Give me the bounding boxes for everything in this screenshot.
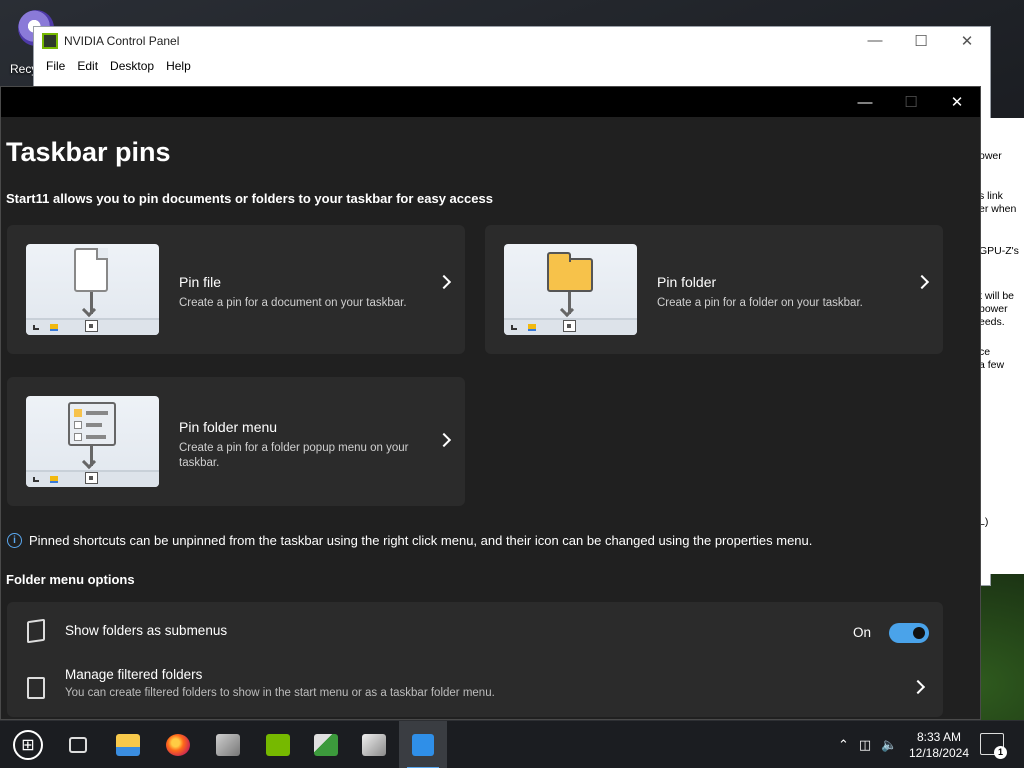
card-title: Pin folder bbox=[657, 274, 717, 290]
show-submenus-row[interactable]: Show folders as submenus On bbox=[7, 602, 943, 659]
windows-logo-icon: ⊞ bbox=[13, 730, 43, 760]
option-title: Manage filtered folders bbox=[65, 667, 203, 682]
file-explorer-icon bbox=[116, 734, 140, 756]
start11-settings-window[interactable]: — ☐ ✕ Taskbar pins Start11 allows you to… bbox=[0, 86, 981, 720]
card-description: Create a pin for a document on your task… bbox=[179, 297, 407, 309]
nvidia-window-title: NVIDIA Control Panel bbox=[64, 34, 180, 48]
menu-edit[interactable]: Edit bbox=[71, 59, 104, 73]
start11-icon bbox=[412, 734, 434, 756]
pin-folder-menu-card[interactable]: Pin folder menu Create a pin for a folde… bbox=[7, 377, 465, 506]
info-icon: i bbox=[7, 533, 22, 548]
task-view-icon bbox=[69, 737, 87, 753]
pin-folder-card[interactable]: Pin folder Create a pin for a folder on … bbox=[485, 225, 943, 354]
nvidia-side-text: L) bbox=[981, 516, 989, 528]
menu-file[interactable]: File bbox=[40, 59, 71, 73]
card-title: Pin file bbox=[179, 274, 222, 290]
nvidia-side-text: s link bbox=[981, 190, 1003, 202]
chevron-right-icon bbox=[910, 679, 926, 695]
nvidia-side-text: power bbox=[981, 303, 1008, 315]
nvidia-side-text: t will be bbox=[981, 290, 1015, 302]
document-pin-illustration-icon bbox=[26, 244, 159, 335]
firefox-button[interactable] bbox=[154, 721, 202, 768]
nvidia-icon bbox=[266, 734, 290, 756]
chevron-right-icon bbox=[914, 274, 930, 290]
page-title: Taskbar pins bbox=[6, 137, 171, 167]
nvidia-side-text: er when bbox=[981, 203, 1017, 215]
menu-desktop[interactable]: Desktop bbox=[104, 59, 160, 73]
system-tray: ⌃ ◫ 🔈 bbox=[838, 721, 897, 768]
info-message: i Pinned shortcuts can be unpinned from … bbox=[7, 533, 812, 548]
nvidia-side-text: eeds. bbox=[981, 316, 1005, 328]
chevron-right-icon bbox=[436, 274, 452, 290]
nvidia-side-text: a few bbox=[981, 359, 1005, 371]
chevron-up-icon[interactable]: ⌃ bbox=[838, 737, 849, 753]
folder-pin-illustration-icon bbox=[504, 244, 637, 335]
close-icon[interactable]: ✕ bbox=[934, 87, 980, 117]
firefox-icon bbox=[166, 734, 190, 756]
nvidia-side-text: ower bbox=[981, 150, 1002, 162]
nvidia-menubar: File Edit Desktop Help bbox=[34, 55, 990, 77]
start-button[interactable]: ⊞ bbox=[4, 721, 52, 768]
nvidia-logo-icon bbox=[42, 33, 58, 49]
start11-button[interactable] bbox=[399, 721, 447, 768]
page-subtitle: Start11 allows you to pin documents or f… bbox=[6, 191, 493, 206]
menu-help[interactable]: Help bbox=[160, 59, 197, 73]
volume-muted-icon[interactable]: 🔈 bbox=[881, 737, 897, 753]
nvidia-control-panel-button[interactable] bbox=[254, 721, 302, 768]
clock-date: 12/18/2024 bbox=[908, 746, 970, 760]
nvidia-side-text: GPU-Z's bbox=[981, 245, 1019, 257]
start11-titlebar[interactable]: — ☐ ✕ bbox=[1, 87, 980, 117]
app-button[interactable] bbox=[350, 721, 398, 768]
app-button[interactable] bbox=[204, 721, 252, 768]
gpu-z-button[interactable] bbox=[302, 721, 350, 768]
notification-count-badge: 1 bbox=[994, 746, 1007, 759]
app-icon bbox=[216, 734, 240, 756]
info-text: Pinned shortcuts can be unpinned from th… bbox=[29, 533, 813, 548]
card-title: Pin folder menu bbox=[179, 419, 278, 435]
notification-center-icon[interactable]: 1 bbox=[980, 733, 1007, 759]
nvidia-content-peek: ower s link er when GPU-Z's t will be po… bbox=[981, 118, 1024, 574]
pin-file-card[interactable]: Pin file Create a pin for a document on … bbox=[7, 225, 465, 354]
nvidia-titlebar[interactable]: NVIDIA Control Panel — ☐ ✕ bbox=[34, 27, 990, 55]
app-icon bbox=[362, 734, 386, 756]
option-description: You can create filtered folders to show … bbox=[65, 687, 495, 699]
show-submenus-toggle[interactable] bbox=[889, 623, 929, 643]
section-title: Folder menu options bbox=[6, 572, 135, 587]
clock[interactable]: 8:33 AM 12/18/2024 bbox=[900, 729, 978, 761]
option-title: Show folders as submenus bbox=[65, 623, 228, 638]
network-icon[interactable]: ◫ bbox=[859, 737, 871, 753]
gpu-card-icon bbox=[314, 734, 338, 756]
toggle-state-label: On bbox=[852, 625, 871, 640]
minimize-icon[interactable]: — bbox=[852, 32, 898, 50]
submenu-icon bbox=[27, 618, 45, 644]
folder-menu-pin-illustration-icon bbox=[26, 396, 159, 487]
maximize-icon: ☐ bbox=[904, 94, 918, 111]
file-explorer-button[interactable] bbox=[104, 721, 152, 768]
clock-time: 8:33 AM bbox=[916, 730, 962, 744]
taskbar: ⊞ ⌃ ◫ 🔈 8:33 AM 12/18/2024 1 bbox=[0, 720, 1024, 768]
card-description: Create a pin for a folder popup menu on … bbox=[179, 442, 409, 469]
filter-folder-icon bbox=[27, 677, 45, 699]
close-icon[interactable]: ✕ bbox=[944, 32, 990, 50]
folder-menu-options-panel: Show folders as submenus On Manage filte… bbox=[7, 602, 943, 717]
card-description: Create a pin for a folder on your taskba… bbox=[657, 297, 863, 309]
nvidia-side-text: ce bbox=[981, 346, 991, 358]
chevron-right-icon bbox=[436, 432, 452, 448]
task-view-button[interactable] bbox=[54, 721, 102, 768]
minimize-icon[interactable]: — bbox=[842, 87, 888, 117]
manage-filtered-folders-row[interactable]: Manage filtered folders You can create f… bbox=[7, 659, 943, 717]
maximize-icon[interactable]: ☐ bbox=[898, 32, 944, 50]
